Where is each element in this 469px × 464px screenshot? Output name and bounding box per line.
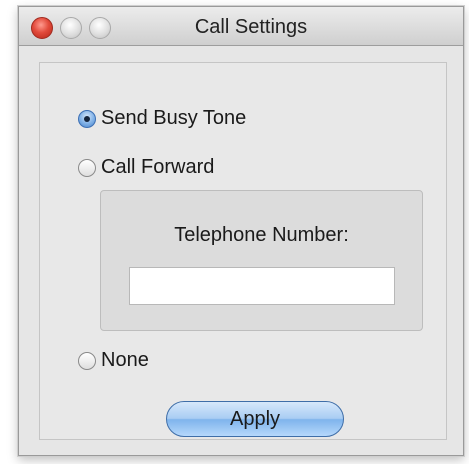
telephone-number-input[interactable] [129, 267, 395, 305]
none-label: None [101, 349, 149, 371]
window-title: Call Settings [194, 16, 308, 38]
call-settings-window: Call Settings Send Busy Tone Call Forwar… [18, 6, 464, 456]
telephone-number-label: Telephone Number: [174, 224, 349, 246]
apply-button[interactable]: Apply [166, 401, 344, 437]
option-call-forward[interactable]: Call Forward [78, 156, 214, 179]
forward-number-box: Telephone Number: [100, 190, 423, 331]
send-busy-tone-radio[interactable] [78, 109, 96, 128]
send-busy-tone-label: Send Busy Tone [101, 107, 247, 129]
option-none[interactable]: None [78, 349, 149, 372]
call-forward-label: Call Forward [101, 156, 215, 178]
option-send-busy-tone[interactable]: Send Busy Tone [78, 107, 246, 130]
settings-panel: Send Busy Tone Call Forward Telephone Nu… [39, 62, 447, 440]
title-bar[interactable]: Call Settings [19, 7, 463, 46]
call-forward-radio[interactable] [78, 158, 96, 177]
none-radio[interactable] [78, 351, 96, 370]
